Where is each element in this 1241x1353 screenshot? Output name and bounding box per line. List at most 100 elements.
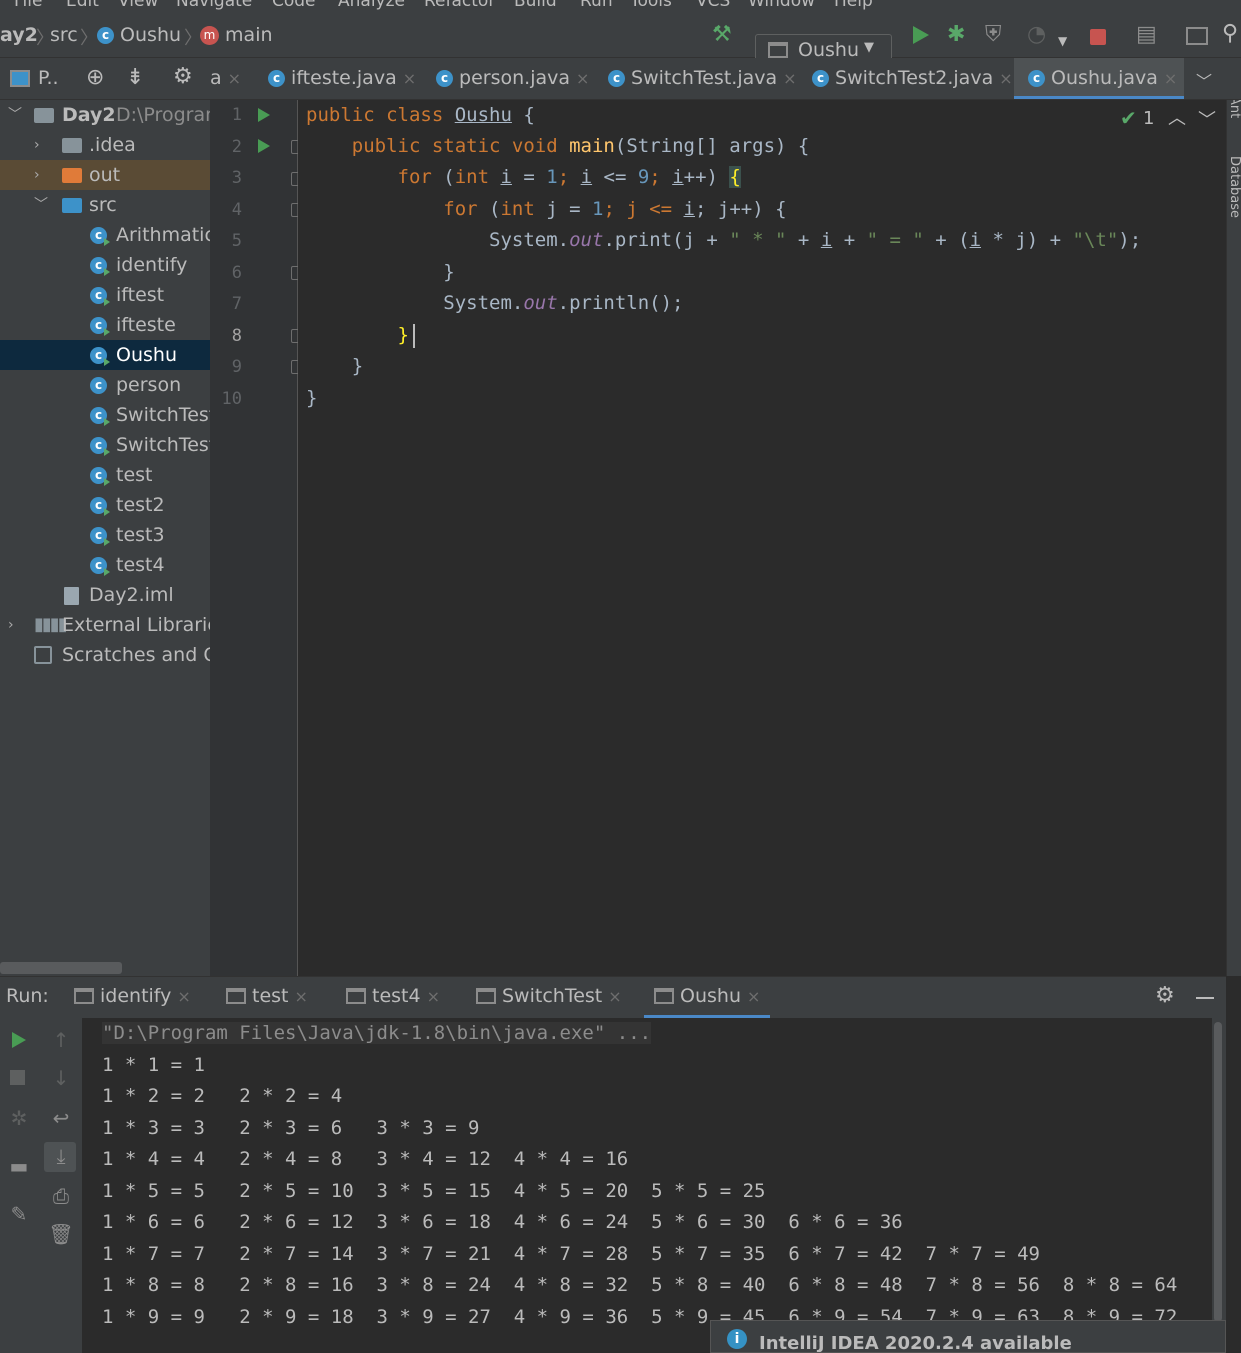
chevron-down-icon[interactable]: ﹀: [34, 190, 48, 220]
close-icon[interactable]: ×: [295, 987, 308, 1006]
soft-wrap-icon[interactable]: ↩: [46, 1106, 76, 1130]
print-icon[interactable]: ⎙: [46, 1184, 76, 1208]
menu-window[interactable]: Window: [748, 0, 815, 11]
run-tab-test[interactable]: test ×: [226, 985, 308, 1007]
close-icon[interactable]: ×: [177, 987, 190, 1006]
code-editor[interactable]: public class Oushu { public static void …: [298, 100, 1226, 976]
menu-file[interactable]: File: [14, 0, 42, 11]
database-tool-tab[interactable]: Database: [1227, 156, 1241, 218]
close-icon[interactable]: ×: [228, 69, 241, 88]
run-gutter-icon[interactable]: [258, 139, 270, 153]
scroll-to-end-icon[interactable]: ⤓: [46, 1144, 76, 1168]
project-view-selector[interactable]: P..: [38, 67, 59, 89]
menu-navigate[interactable]: Navigate: [176, 0, 252, 11]
chevron-right-icon[interactable]: ›: [34, 130, 40, 160]
chevron-down-icon[interactable]: ▼: [1058, 34, 1067, 48]
build-hammer-icon[interactable]: ⚒: [712, 24, 732, 46]
ant-tool-tab[interactable]: Ant: [1227, 100, 1241, 118]
run-icon[interactable]: [913, 26, 929, 44]
menu-tools[interactable]: Tools: [630, 0, 672, 11]
tree-item-out[interactable]: › out: [0, 160, 210, 190]
locate-crosshair-icon[interactable]: ⊕: [86, 65, 104, 90]
rerun-icon[interactable]: [12, 1032, 26, 1048]
tree-item-class[interactable]: c test3: [0, 520, 210, 550]
console-scrollbar[interactable]: [1212, 1018, 1226, 1353]
tab-oushu[interactable]: c Oushu.java ×: [1014, 58, 1184, 99]
tree-item-external-libraries[interactable]: › ▮▮▮▮ External Libraries: [0, 610, 210, 640]
breadcrumb-class[interactable]: c Oushu: [97, 24, 181, 46]
restore-layout-icon[interactable]: ✲: [4, 1106, 34, 1130]
close-icon[interactable]: ×: [576, 69, 589, 88]
tree-item-class-selected[interactable]: c Oushu: [0, 340, 210, 370]
layout-icon[interactable]: ▬: [4, 1154, 34, 1178]
chevron-right-icon[interactable]: ›: [8, 610, 14, 640]
arrow-up-icon[interactable]: ↑: [46, 1028, 76, 1052]
project-view-icon[interactable]: [10, 70, 30, 87]
run-tab-switchtest[interactable]: SwitchTest ×: [476, 985, 622, 1007]
tab-overflow-chevron-icon[interactable]: ﹀: [1196, 68, 1212, 92]
chevron-right-icon[interactable]: ›: [34, 160, 40, 190]
tree-item-class[interactable]: c ifteste: [0, 310, 210, 340]
collapse-all-icon[interactable]: ⇟: [126, 65, 144, 90]
profile-icon[interactable]: ◔: [1027, 24, 1046, 46]
close-icon[interactable]: ×: [1164, 69, 1177, 88]
close-icon[interactable]: ×: [747, 987, 760, 1006]
tree-item-class[interactable]: c SwitchTest2: [0, 430, 210, 460]
tab-truncated[interactable]: a ×: [210, 58, 254, 99]
menu-run[interactable]: Run: [580, 0, 613, 11]
menu-view[interactable]: View: [118, 0, 158, 11]
tab-ifteste[interactable]: c ifteste.java ×: [268, 58, 416, 99]
gear-icon[interactable]: ⚙: [173, 64, 193, 89]
close-icon[interactable]: ×: [608, 987, 621, 1006]
breadcrumb-src[interactable]: src: [50, 24, 78, 46]
update-notification[interactable]: i IntelliJ IDEA 2020.2.4 available: [710, 1320, 1226, 1353]
gear-icon[interactable]: ⚙: [1155, 983, 1175, 1008]
menu-refactor[interactable]: Refactor: [424, 0, 495, 11]
menu-code[interactable]: Code: [272, 0, 316, 11]
tree-item-class[interactable]: c iftest: [0, 280, 210, 310]
tree-item-src[interactable]: ﹀ src: [0, 190, 210, 220]
tab-person[interactable]: c person.java ×: [436, 58, 589, 99]
pin-icon[interactable]: ✎: [4, 1202, 34, 1226]
terminal-icon[interactable]: [1186, 27, 1208, 45]
menu-help[interactable]: Help: [834, 0, 873, 11]
inspection-check-icon[interactable]: ✔: [1120, 106, 1137, 130]
tab-switchtest2[interactable]: c SwitchTest2.java ×: [812, 58, 1013, 99]
chevron-down-icon[interactable]: ﹀: [8, 100, 22, 130]
arrow-down-icon[interactable]: ↓: [46, 1066, 76, 1090]
console-scroll-thumb[interactable]: [1214, 1022, 1222, 1322]
stop-icon[interactable]: [1090, 29, 1106, 45]
minimize-icon[interactable]: [1196, 997, 1214, 999]
tree-item-class[interactable]: c person: [0, 370, 210, 400]
menu-analyze[interactable]: Analyze: [338, 0, 405, 11]
tree-item-iml[interactable]: Day2.iml: [0, 580, 210, 610]
run-tab-identify[interactable]: identify ×: [74, 985, 191, 1007]
tree-item-root[interactable]: ﹀ Day2 D:\Program: [0, 100, 210, 130]
close-icon[interactable]: ×: [783, 69, 796, 88]
stop-icon[interactable]: [10, 1070, 25, 1085]
tree-item-idea[interactable]: › .idea: [0, 130, 210, 160]
tree-item-class[interactable]: c test: [0, 460, 210, 490]
run-tab-oushu-active[interactable]: Oushu ×: [644, 985, 771, 1018]
tree-item-class[interactable]: c test4: [0, 550, 210, 580]
close-icon[interactable]: ×: [427, 987, 440, 1006]
project-structure-icon[interactable]: ▤: [1136, 24, 1157, 46]
coverage-shield-icon[interactable]: ⛨: [985, 24, 1002, 46]
close-icon[interactable]: ×: [403, 69, 416, 88]
menu-build[interactable]: Build: [514, 0, 557, 11]
debug-bug-icon[interactable]: ✱: [947, 24, 965, 46]
run-gutter-icon[interactable]: [258, 108, 270, 122]
console-output[interactable]: "D:\Program Files\Java\jdk-1.8\bin\java.…: [82, 1018, 1212, 1353]
breadcrumb-project[interactable]: ay2: [0, 24, 38, 46]
chevron-up-icon[interactable]: ︿: [1168, 104, 1186, 130]
breadcrumb-method[interactable]: m main: [200, 24, 273, 46]
tree-item-class[interactable]: c Arithmatic: [0, 220, 210, 250]
menu-edit[interactable]: Edit: [66, 0, 99, 11]
tree-item-class[interactable]: c SwitchTest: [0, 400, 210, 430]
chevron-down-icon[interactable]: ﹀: [1198, 106, 1216, 132]
trash-icon[interactable]: 🗑: [46, 1222, 76, 1246]
tree-item-scratches[interactable]: Scratches and Co: [0, 640, 210, 670]
search-icon[interactable]: ⚲: [1222, 23, 1238, 45]
menu-vcs[interactable]: VCS: [696, 0, 730, 11]
run-tab-test4[interactable]: test4 ×: [346, 985, 440, 1007]
